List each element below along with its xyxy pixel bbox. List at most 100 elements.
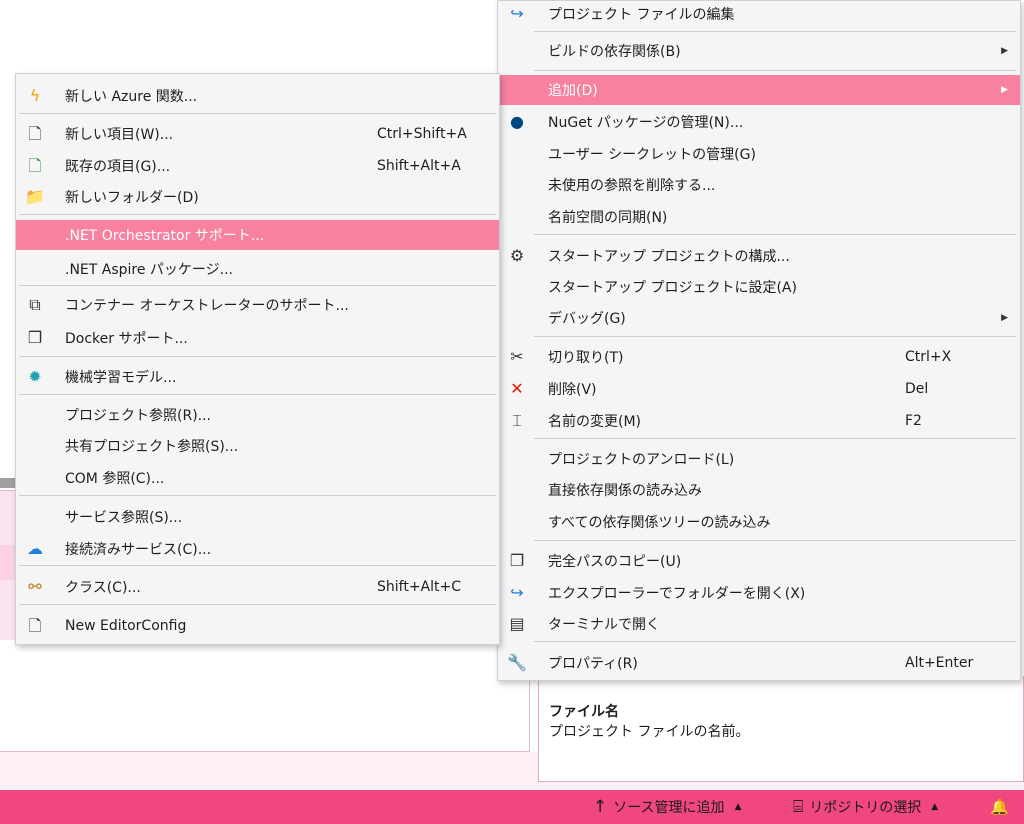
menu-item-9[interactable]: デバッグ(G) ▶: [498, 303, 1020, 333]
class-icon: ⚯: [28, 577, 42, 596]
menu-item-shortcut: Ctrl+X: [905, 349, 952, 365]
menu-item-label: スタートアップ プロジェクトに設定(A): [548, 280, 797, 296]
menu-item-7[interactable]: ⚙ スタートアップ プロジェクトの構成...: [498, 241, 1020, 271]
menu-separator: [19, 394, 496, 395]
menu-item-6[interactable]: ⧉ コンテナー オーケストレーターのサポート...: [16, 290, 499, 320]
container-orchestrator-icon: ⧉: [29, 295, 41, 314]
menu-separator: [19, 604, 496, 605]
menu-item-16[interactable]: ❐ 完全パスのコピー(U): [498, 546, 1020, 576]
source-control-label: ソース管理に追加: [613, 800, 725, 816]
menu-item-5[interactable]: 未使用の参照を削除する...: [498, 170, 1020, 200]
menu-item-10[interactable]: ✂ 切り取り(T) Ctrl+X: [498, 342, 1020, 372]
wrench-icon: 🔧: [507, 653, 527, 672]
menu-item-label: 直接依存関係の読み込み: [548, 483, 702, 499]
menu-item-shortcut: Shift+Alt+C: [377, 579, 462, 595]
menu-item-label: 追加(D): [548, 83, 598, 99]
menu-item-label: クラス(C)...: [65, 580, 141, 596]
menu-separator: [534, 540, 1016, 541]
scissors-icon: ✂: [510, 347, 524, 366]
menu-item-label: スタートアップ プロジェクトの構成...: [548, 249, 790, 265]
menu-separator: [534, 336, 1016, 337]
menu-item-label: ビルドの依存関係(B): [548, 44, 681, 60]
menu-item-14[interactable]: ⚯ クラス(C)... Shift+Alt+C: [16, 572, 499, 602]
delete-x-icon: ✕: [510, 379, 524, 398]
notifications-button[interactable]: 🔔: [990, 790, 1009, 824]
menu-separator: [19, 113, 496, 114]
menu-item-shortcut: Alt+Enter: [905, 655, 974, 671]
menu-item-12[interactable]: ⌶ 名前の変更(M) F2: [498, 406, 1020, 436]
select-repository-button[interactable]: ⌸ リポジトリの選択 ▲: [793, 790, 938, 824]
menu-item-2[interactable]: 🗋 既存の項目(G)... Shift+Alt+A: [16, 151, 499, 181]
up-arrow-icon: ↑: [593, 797, 608, 817]
menu-item-label: 共有プロジェクト参照(S)...: [65, 439, 239, 455]
menu-item-1[interactable]: ビルドの依存関係(B) ▶: [498, 36, 1020, 66]
menu-item-label: 名前空間の同期(N): [548, 210, 668, 226]
menu-item-13[interactable]: プロジェクトのアンロード(L): [498, 444, 1020, 474]
menu-item-label: プロパティ(R): [548, 656, 638, 672]
menu-separator: [534, 70, 1016, 71]
caret-up-icon: ▲: [931, 802, 939, 812]
menu-separator: [534, 31, 1016, 32]
menu-item-4[interactable]: ユーザー シークレットの管理(G): [498, 139, 1020, 169]
menu-item-15[interactable]: すべての依存関係ツリーの読み込み: [498, 507, 1020, 537]
menu-item-3[interactable]: 📁 新しいフォルダー(D): [16, 182, 499, 212]
menu-separator: [19, 356, 496, 357]
menu-item-label: 新しいフォルダー(D): [65, 190, 199, 206]
menu-item-nuget[interactable]: ● NuGet パッケージの管理(N)...: [498, 107, 1020, 137]
submenu-arrow-icon: ▶: [1001, 46, 1008, 56]
menu-item-shortcut: F2: [905, 413, 922, 429]
menu-item-label: 機械学習モデル...: [65, 370, 177, 386]
menu-item-17[interactable]: ↪ エクスプローラーでフォルダーを開く(X): [498, 578, 1020, 608]
menu-item-0[interactable]: ↪ プロジェクト ファイルの編集: [498, 0, 1020, 29]
add-to-source-control-button[interactable]: ↑ ソース管理に追加 ▲: [593, 790, 741, 824]
menu-item-1[interactable]: 🗋 新しい項目(W)... Ctrl+Shift+A: [16, 119, 499, 149]
menu-item-13[interactable]: ☁ 接続済みサービス(C)...: [16, 534, 499, 564]
menu-item-label: NuGet パッケージの管理(N)...: [548, 115, 744, 131]
submenu-arrow-icon: ▶: [1001, 313, 1008, 323]
menu-item-18[interactable]: ▤ ターミナルで開く: [498, 609, 1020, 639]
menu-item-8[interactable]: スタートアップ プロジェクトに設定(A): [498, 272, 1020, 302]
menu-item-label: プロジェクト ファイルの編集: [548, 7, 735, 23]
menu-item-label: すべての依存関係ツリーの読み込み: [548, 515, 771, 531]
menu-separator: [19, 565, 496, 566]
docker-icon: ❒: [27, 328, 43, 347]
menu-separator: [19, 214, 496, 215]
menu-item-net-orchestrator[interactable]: .NET Orchestrator サポート...: [16, 220, 499, 250]
menu-item-docker[interactable]: ❒ Docker サポート...: [16, 323, 499, 353]
menu-item-14[interactable]: 直接依存関係の読み込み: [498, 475, 1020, 505]
background-editor-panel: [0, 640, 530, 752]
menu-item-label: Docker サポート...: [65, 331, 188, 347]
project-context-menu: ↪ プロジェクト ファイルの編集 ビルドの依存関係(B) ▶ 追加(D) ▶ ● NuGet …: [497, 0, 1021, 681]
menu-item-10[interactable]: 共有プロジェクト参照(S)...: [16, 431, 499, 461]
menu-item-9[interactable]: プロジェクト参照(R)...: [16, 400, 499, 430]
caret-up-icon: ▲: [734, 802, 742, 812]
menu-item-new-editorconfig[interactable]: 🗋 New EditorConfig: [16, 611, 499, 641]
menu-item-label: 既存の項目(G)...: [65, 159, 171, 175]
new-folder-icon: 📁: [25, 187, 45, 206]
menu-item-label: ターミナルで開く: [548, 617, 660, 633]
menu-item-6[interactable]: 名前空間の同期(N): [498, 202, 1020, 232]
menu-item-label: エクスプローラーでフォルダーを開く(X): [548, 586, 806, 602]
menu-separator: [534, 641, 1016, 642]
menu-item-11[interactable]: ✕ 削除(V) Del: [498, 374, 1020, 404]
menu-item-19[interactable]: 🔧 プロパティ(R) Alt+Enter: [498, 648, 1020, 678]
menu-item-2[interactable]: 追加(D) ▶: [498, 75, 1020, 105]
menu-item-label: 接続済みサービス(C)...: [65, 542, 212, 558]
menu-item-label: 名前の変更(M): [548, 414, 642, 430]
menu-separator: [19, 285, 496, 286]
menu-item-azure[interactable]: ϟ 新しい Azure 関数...: [16, 81, 499, 111]
terminal-icon: ▤: [509, 614, 525, 633]
menu-item-12[interactable]: サービス参照(S)...: [16, 502, 499, 532]
redo-arrow-icon: ↪: [510, 583, 524, 602]
menu-item-8[interactable]: ✹ 機械学習モデル...: [16, 362, 499, 392]
menu-item-label: プロジェクトのアンロード(L): [548, 452, 735, 468]
menu-item-net-aspire[interactable]: .NET Aspire パッケージ...: [16, 254, 499, 284]
properties-description: プロジェクト ファイルの名前。: [549, 724, 750, 740]
menu-item-label: デバッグ(G): [548, 311, 626, 327]
menu-item-label: .NET Orchestrator サポート...: [65, 228, 265, 244]
menu-item-shortcut: Shift+Alt+A: [377, 158, 461, 174]
existing-item-icon: 🗋: [28, 156, 42, 175]
submenu-arrow-icon: ▶: [1001, 85, 1008, 95]
menu-item-com[interactable]: COM 参照(C)...: [16, 463, 499, 493]
menu-separator: [19, 495, 496, 496]
